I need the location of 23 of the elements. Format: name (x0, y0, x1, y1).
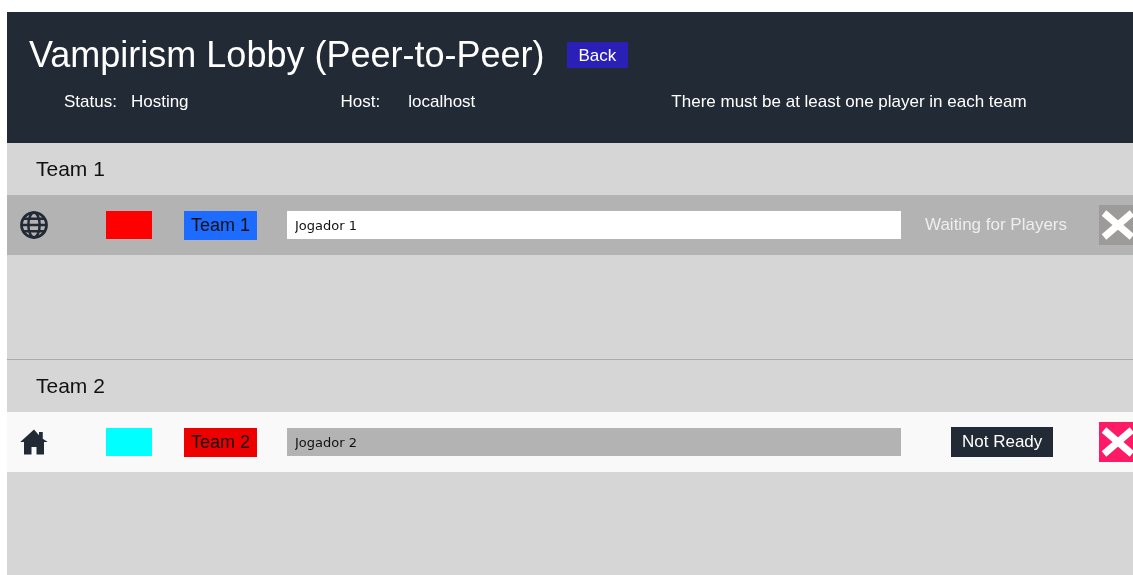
player-status: Waiting for Players (925, 215, 1069, 235)
back-button[interactable]: Back (566, 42, 629, 68)
player-name-field[interactable]: Jogador 2 (287, 428, 901, 456)
home-icon (19, 427, 49, 457)
status-value: Hosting (130, 92, 189, 112)
player-color-swatch[interactable] (106, 211, 152, 239)
globe-icon (19, 210, 49, 240)
team-selector[interactable]: Team 2 (184, 427, 257, 457)
host-value: localhost (408, 92, 476, 112)
team-warning: There must be at least one player in each team (671, 92, 1027, 112)
lobby-title: Vampirism Lobby (Peer-to-Peer) (29, 34, 545, 76)
status-label: Status: (64, 92, 117, 112)
ready-button[interactable]: Not Ready (951, 427, 1054, 457)
close-icon (1099, 208, 1133, 242)
player-color-swatch[interactable] (106, 428, 152, 456)
remove-player-button[interactable] (1099, 205, 1133, 245)
remove-player-button[interactable] (1099, 422, 1133, 462)
team-heading: Team 2 (35, 373, 106, 399)
team-selector[interactable]: Team 1 (184, 210, 257, 240)
close-icon (1099, 425, 1133, 459)
host-label: Host: (340, 92, 381, 112)
team-heading: Team 1 (35, 156, 106, 182)
player-name-field[interactable]: Jogador 1 (287, 211, 901, 239)
